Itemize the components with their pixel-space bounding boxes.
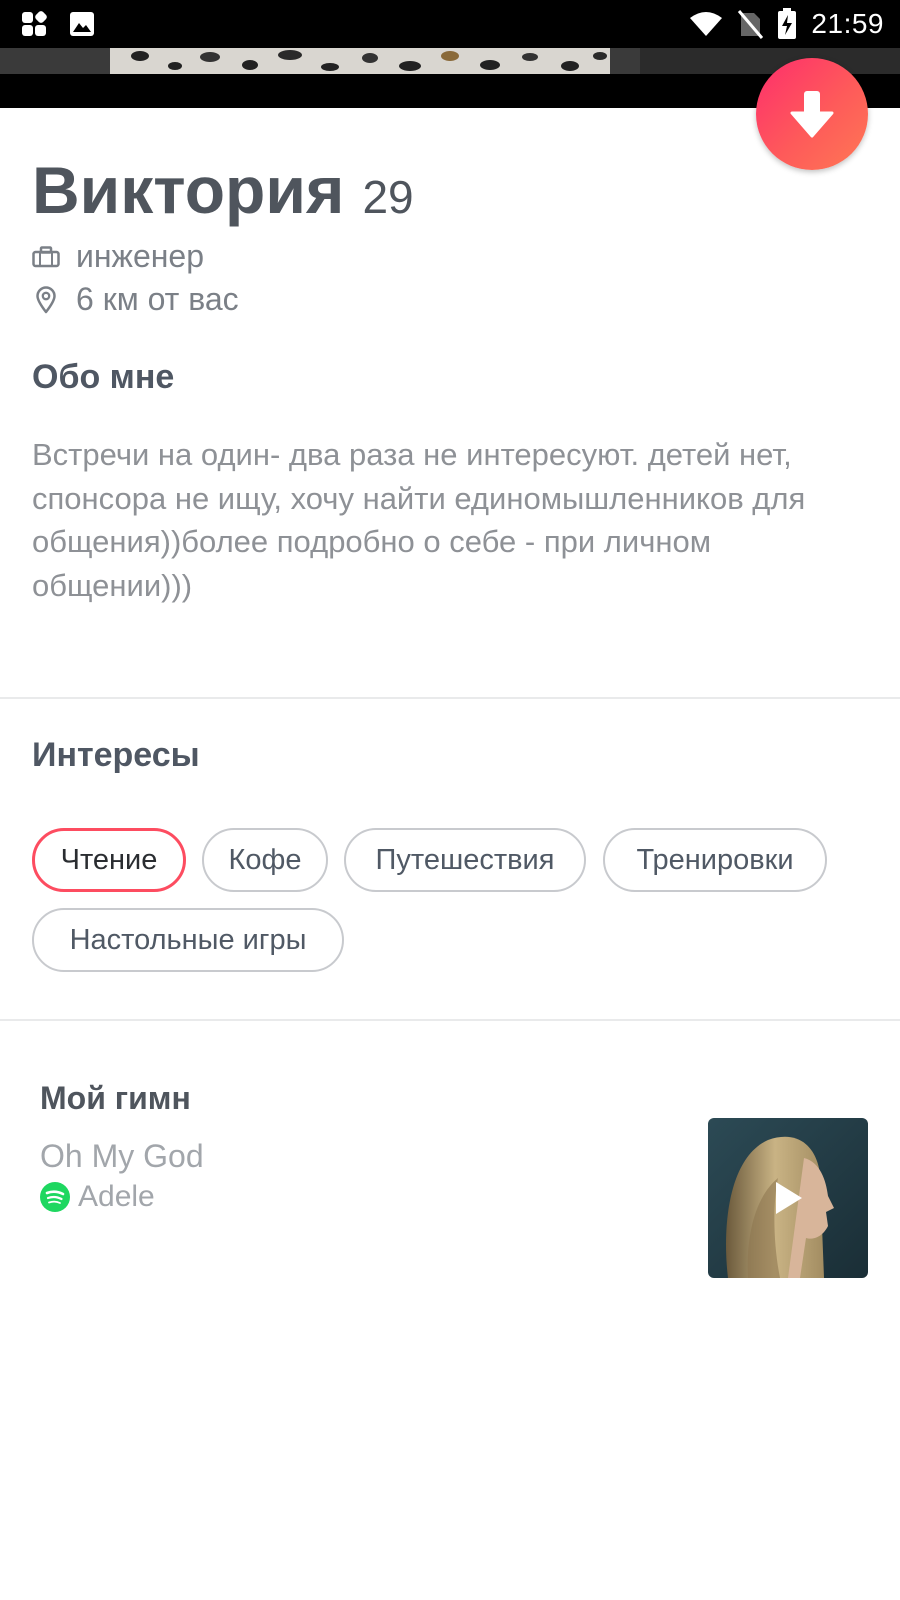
wifi-icon <box>690 12 723 36</box>
interest-chip-label: Настольные игры <box>69 923 307 956</box>
status-time: 21:59 <box>811 8 884 39</box>
interest-chip-label: Кофе <box>228 843 302 876</box>
interest-chip-label: Путешествия <box>375 843 555 876</box>
interest-chip-board-games[interactable]: Настольные игры <box>32 908 344 972</box>
interests-title: Интересы <box>32 736 200 774</box>
play-icon <box>776 1182 802 1214</box>
interest-chip-travel[interactable]: Путешествия <box>344 828 586 892</box>
interest-chip-label: Тренировки <box>636 843 794 876</box>
anthem-artist: Adele <box>78 1180 155 1213</box>
divider <box>0 697 900 699</box>
status-bar-notifications <box>20 10 96 38</box>
interest-chip-coffee[interactable]: Кофе <box>202 828 328 892</box>
anthem-song: Oh My God <box>40 1138 204 1174</box>
profile-name: Виктория <box>32 153 345 227</box>
about-title: Обо мне <box>32 358 175 396</box>
album-cover-play-button[interactable] <box>708 1118 868 1278</box>
profile-header: Виктория 29 <box>32 152 414 228</box>
profile-age: 29 <box>362 171 414 223</box>
battery-charging-icon <box>778 8 797 39</box>
briefcase-icon <box>32 242 60 272</box>
status-bar-system: 21:59 <box>689 8 884 40</box>
anthem-artist-row: Adele <box>40 1180 155 1214</box>
app-grid-icon <box>22 11 47 36</box>
profile-job: инженер <box>76 238 205 274</box>
status-bar: 21:59 <box>0 0 900 48</box>
distance-row: 6 км от вас <box>32 281 239 318</box>
anthem-title: Мой гимн <box>40 1080 191 1116</box>
profile-distance: 6 км от вас <box>76 281 239 317</box>
interest-chip-label: Чтение <box>60 843 158 876</box>
location-pin-icon <box>32 285 60 315</box>
collapse-profile-button[interactable] <box>756 58 868 170</box>
arrow-down-icon <box>790 91 834 138</box>
photo-leopard-pattern <box>0 48 900 74</box>
no-sim-icon <box>738 10 764 39</box>
interest-chip-reading[interactable]: Чтение <box>32 828 186 892</box>
spotify-icon <box>40 1182 70 1212</box>
interest-chip-workouts[interactable]: Тренировки <box>603 828 827 892</box>
image-icon <box>70 12 94 36</box>
about-text: Встречи на один- два раза не интересуют.… <box>32 437 806 603</box>
job-row: инженер <box>32 238 204 275</box>
divider <box>0 1019 900 1021</box>
